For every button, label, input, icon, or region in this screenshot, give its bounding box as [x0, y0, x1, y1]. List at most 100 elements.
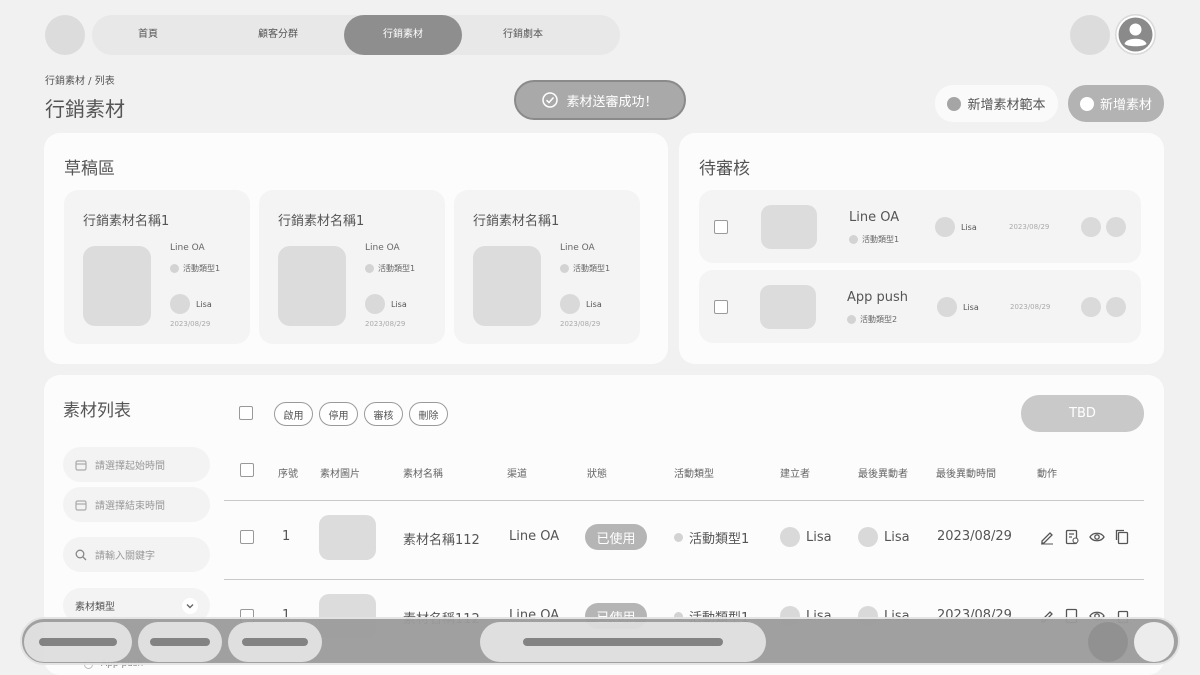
review-creator: Lisa	[937, 297, 979, 317]
avatar	[560, 294, 580, 314]
col-header-name: 素材名稱	[403, 469, 443, 480]
nav-item-materials[interactable]: 行銷素材	[344, 15, 462, 55]
col-header-type: 活動類型	[674, 469, 714, 480]
disable-button[interactable]: 停用	[319, 402, 358, 426]
notification-button[interactable]	[1070, 15, 1110, 55]
review-type: 活動類型1	[849, 234, 899, 245]
dot-icon	[365, 264, 374, 273]
nav-item-scripts[interactable]: 行銷劇本	[467, 15, 579, 55]
reject-button[interactable]	[1106, 297, 1126, 317]
approve-button[interactable]	[1081, 297, 1101, 317]
draft-creator-name: Lisa	[586, 299, 602, 309]
top-nav: 首頁 顧客分群 行銷素材 行銷劇本	[92, 15, 620, 55]
bottom-taskbar	[20, 617, 1180, 665]
taskbar-item[interactable]	[24, 622, 132, 662]
row-type: 活動類型1	[674, 528, 749, 547]
dot-icon	[170, 264, 179, 273]
taskbar-center-item[interactable]	[480, 622, 766, 662]
category-label: 素材類型	[75, 602, 115, 613]
edit-icon[interactable]	[1039, 529, 1055, 545]
review-channel: Line OA	[849, 210, 900, 225]
draft-thumbnail	[278, 246, 346, 326]
placeholder-line	[523, 638, 723, 646]
approve-button[interactable]	[1081, 217, 1101, 237]
delete-button[interactable]: 刪除	[409, 402, 448, 426]
taskbar-item[interactable]	[228, 622, 322, 662]
dot-icon	[674, 533, 683, 542]
start-date-input[interactable]: 請選擇起始時間	[63, 447, 210, 482]
taskbar-item[interactable]	[138, 622, 222, 662]
review-panel: 待審核 Line OA 活動類型1 Lisa 2023/08/29 App pu…	[679, 133, 1164, 364]
review-item[interactable]: Line OA 活動類型1 Lisa 2023/08/29	[699, 190, 1141, 263]
placeholder-line	[39, 638, 117, 646]
col-header-no: 序號	[278, 469, 298, 480]
add-material-label: 新增素材	[1099, 98, 1152, 113]
toast-message: 素材送審成功！	[566, 94, 658, 110]
row-thumbnail	[319, 515, 376, 560]
divider	[224, 500, 1144, 501]
copy-icon[interactable]	[1114, 529, 1130, 545]
placeholder-line	[150, 638, 210, 646]
end-date-input[interactable]: 請選擇結束時間	[63, 487, 210, 522]
chevron-down-icon	[182, 597, 198, 614]
draft-type-label: 活動類型1	[573, 264, 611, 273]
logo[interactable]	[45, 15, 85, 55]
status-badge: 已使用	[585, 524, 647, 550]
search-input[interactable]: 請輸入關鍵字	[63, 537, 210, 572]
review-button[interactable]: 審核	[364, 402, 403, 426]
taskbar-circle-button[interactable]	[1134, 622, 1174, 662]
nav-item-segments[interactable]: 顧客分群	[222, 15, 334, 55]
review-type: 活動類型2	[847, 314, 897, 325]
draft-channel: Line OA	[365, 243, 400, 253]
success-toast: 素材送審成功！	[514, 80, 686, 120]
breadcrumb: 行銷素材 / 列表	[45, 76, 115, 87]
start-date-placeholder: 請選擇起始時間	[95, 461, 165, 472]
placeholder-line	[242, 638, 308, 646]
draft-card[interactable]: 行銷素材名稱1 Line OA 活動類型1 Lisa 2023/08/29	[454, 190, 640, 344]
add-material-button[interactable]: 新增素材	[1068, 85, 1164, 122]
add-template-button[interactable]: 新增素材範本	[935, 85, 1058, 122]
enable-button[interactable]: 啟用	[274, 402, 313, 426]
taskbar-circle-button[interactable]	[1088, 622, 1128, 662]
user-avatar[interactable]	[1115, 14, 1156, 55]
row-creator-name: Lisa	[806, 529, 832, 545]
draft-channel: Line OA	[560, 243, 595, 253]
reject-button[interactable]	[1106, 217, 1126, 237]
user-icon	[1116, 15, 1155, 54]
draft-name: 行銷素材名稱1	[473, 214, 560, 229]
select-all-checkbox[interactable]	[240, 463, 254, 477]
draft-card[interactable]: 行銷素材名稱1 Line OA 活動類型1 Lisa 2023/08/29	[64, 190, 250, 344]
avatar	[365, 294, 385, 314]
draft-card[interactable]: 行銷素材名稱1 Line OA 活動類型1 Lisa 2023/08/29	[259, 190, 445, 344]
tbd-button[interactable]: TBD	[1021, 395, 1144, 432]
col-header-modifier: 最後異動者	[858, 469, 908, 480]
nav-item-home[interactable]: 首頁	[92, 15, 204, 55]
row-modifier-name: Lisa	[884, 529, 910, 545]
avatar	[170, 294, 190, 314]
draft-creator-name: Lisa	[391, 299, 407, 309]
draft-creator: Lisa	[170, 294, 212, 314]
review-document-icon[interactable]	[1064, 529, 1080, 545]
draft-date: 2023/08/29	[170, 320, 211, 328]
col-header-status: 狀態	[587, 469, 607, 480]
calendar-icon	[75, 499, 87, 511]
col-header-modified-time: 最後異動時間	[936, 469, 996, 480]
row-channel: Line OA	[509, 529, 560, 544]
drafts-title: 草稿區	[64, 159, 115, 179]
avatar	[937, 297, 957, 317]
review-checkbox[interactable]	[714, 220, 728, 234]
review-creator-name: Lisa	[963, 302, 979, 312]
row-checkbox[interactable]	[240, 530, 254, 544]
draft-type: 活動類型1	[365, 263, 415, 274]
row-modifier: Lisa	[858, 527, 910, 547]
add-template-label: 新增素材範本	[967, 98, 1046, 113]
review-creator-name: Lisa	[961, 222, 977, 232]
review-checkbox[interactable]	[714, 300, 728, 314]
review-channel: App push	[847, 290, 909, 305]
bulk-checkbox[interactable]	[239, 406, 253, 420]
col-header-image: 素材圖片	[320, 469, 360, 480]
review-item[interactable]: App push 活動類型2 Lisa 2023/08/29	[699, 270, 1141, 343]
list-title: 素材列表	[63, 401, 131, 421]
row-name: 素材名稱112	[403, 533, 480, 548]
eye-icon[interactable]	[1089, 529, 1105, 545]
